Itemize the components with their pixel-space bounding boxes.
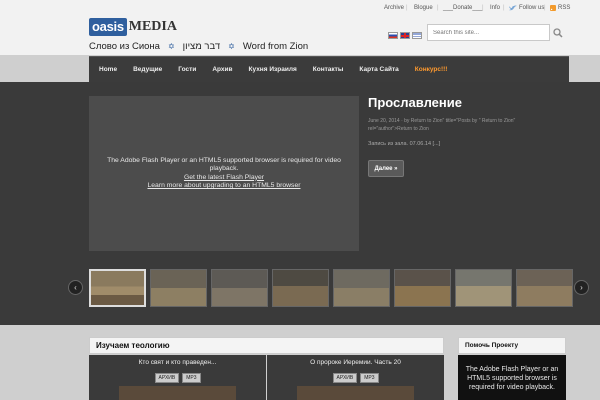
slider-next-button[interactable]: › bbox=[574, 280, 589, 295]
star-of-david-icon: ✡ bbox=[228, 41, 235, 51]
nav-item-israel-kitchen[interactable]: Кухня Израиля bbox=[241, 66, 305, 73]
thumbnail[interactable] bbox=[89, 269, 146, 307]
tagline-en: Word from Zion bbox=[242, 40, 309, 52]
card-thumbnail[interactable] bbox=[119, 386, 236, 400]
html5-upgrade-link[interactable]: Learn more about upgrading to an HTML5 b… bbox=[147, 182, 300, 191]
read-more-button[interactable]: Далее » bbox=[368, 160, 404, 177]
nav-item-guests[interactable]: Гости bbox=[170, 66, 204, 73]
sermon-card[interactable]: Кто свят и кто праведен... АРХИВ MP3 bbox=[89, 355, 266, 400]
nav-item-contest[interactable]: Конкурс!!! bbox=[407, 66, 456, 73]
archive-link[interactable]: Archive bbox=[384, 5, 404, 11]
thumbnail[interactable] bbox=[455, 269, 512, 307]
thumbnail[interactable] bbox=[394, 269, 451, 307]
thumbnail[interactable] bbox=[150, 269, 207, 307]
rss-icon[interactable] bbox=[550, 5, 556, 13]
nav-item-home[interactable]: Home bbox=[91, 66, 125, 73]
chevron-right-icon: › bbox=[580, 283, 583, 292]
section-heading-theology: Изучаем теологию bbox=[89, 337, 444, 354]
tagline-he: דבר מציון bbox=[182, 40, 221, 52]
main-nav: Home Ведущие Гости Архив Кухня Израиля К… bbox=[89, 56, 569, 82]
donate-video-player[interactable]: The Adobe Flash Player or an HTML5 suppo… bbox=[458, 355, 566, 400]
tagline: Слово из Сиона ✡ דבר מציון ✡ Word from Z… bbox=[89, 40, 308, 52]
video-player[interactable]: The Adobe Flash Player or an HTML5 suppo… bbox=[89, 96, 359, 251]
blogue-link[interactable]: Blogue bbox=[414, 5, 433, 11]
star-of-david-icon: ✡ bbox=[167, 41, 175, 51]
uk-flag-icon[interactable] bbox=[400, 32, 410, 39]
thumbnail-strip bbox=[89, 269, 573, 307]
site-logo[interactable]: oasis MEDIA bbox=[89, 17, 177, 37]
flash-message: The Adobe Flash Player or an HTML5 suppo… bbox=[107, 156, 341, 173]
language-flags bbox=[388, 32, 422, 39]
flash-message: The Adobe Flash Player or an HTML5 suppo… bbox=[465, 366, 559, 391]
card-title[interactable]: О пророке Иеремии. Часть 20 bbox=[267, 359, 444, 366]
info-link[interactable]: Info bbox=[490, 5, 500, 11]
separator: | bbox=[482, 5, 484, 11]
card-title[interactable]: Кто свят и кто праведен... bbox=[89, 359, 266, 366]
tagline-ru: Слово из Сиона bbox=[89, 40, 160, 52]
russia-flag-icon[interactable] bbox=[388, 32, 398, 39]
separator: | bbox=[437, 5, 439, 11]
follow-us-link[interactable]: Follow us bbox=[519, 5, 544, 11]
donate-link[interactable]: ___Donate___ bbox=[443, 5, 482, 11]
post-title[interactable]: Прославление bbox=[368, 95, 462, 110]
post-excerpt: Запись из зала. 07.06.14 [...] bbox=[368, 141, 441, 147]
nav-item-hosts[interactable]: Ведущие bbox=[125, 66, 170, 73]
tag-mp3[interactable]: MP3 bbox=[360, 373, 379, 383]
sermon-card[interactable]: О пророке Иеремии. Часть 20 АРХИВ MP3 bbox=[267, 355, 444, 400]
nav-item-contacts[interactable]: Контакты bbox=[305, 66, 352, 73]
card-thumbnail[interactable] bbox=[297, 386, 414, 400]
get-flash-link[interactable]: Get the latest Flash Player bbox=[184, 174, 264, 183]
israel-flag-icon[interactable] bbox=[412, 32, 422, 39]
thumbnail[interactable] bbox=[272, 269, 329, 307]
search-icon[interactable] bbox=[553, 28, 563, 38]
tag-mp3[interactable]: MP3 bbox=[182, 373, 201, 383]
tag-archive[interactable]: АРХИВ bbox=[332, 373, 358, 383]
search-input[interactable] bbox=[427, 24, 550, 41]
tag-archive[interactable]: АРХИВ bbox=[154, 373, 180, 383]
thumbnail[interactable] bbox=[333, 269, 390, 307]
slider-prev-button[interactable]: ‹ bbox=[68, 280, 83, 295]
separator: | bbox=[406, 5, 408, 11]
logo-oasis: oasis bbox=[89, 18, 127, 36]
thumbnail[interactable] bbox=[211, 269, 268, 307]
logo-media: MEDIA bbox=[128, 19, 177, 34]
separator: | bbox=[544, 5, 546, 11]
rss-link[interactable]: RSS bbox=[558, 5, 570, 11]
thumbnail[interactable] bbox=[516, 269, 573, 307]
chevron-left-icon: ‹ bbox=[74, 283, 77, 292]
twitter-icon[interactable] bbox=[509, 5, 517, 13]
separator: | bbox=[503, 5, 505, 11]
nav-item-archive[interactable]: Архив bbox=[204, 66, 240, 73]
post-meta: June 20, 2014 · by Return to Zion" title… bbox=[368, 118, 516, 132]
nav-item-sitemap[interactable]: Карта Сайта bbox=[351, 66, 406, 73]
section-heading-donate: Помочь Проекту bbox=[458, 337, 566, 354]
